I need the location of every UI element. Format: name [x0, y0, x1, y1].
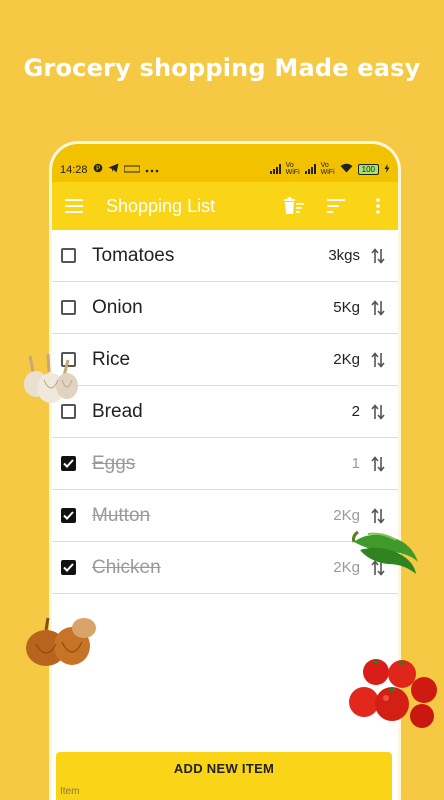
item-quantity: 1 [351, 455, 360, 472]
hamburger-icon [65, 199, 83, 213]
status-bar: 14:28 P Vo WiFi Vo WiFi 100 [52, 144, 398, 182]
item-name: Mutton [92, 504, 151, 526]
item-name: Onion [92, 296, 143, 318]
item-quantity: 2 [351, 403, 360, 420]
item-quantity: 5Kg [333, 299, 360, 316]
more-notifications-icon [145, 164, 159, 176]
list-item[interactable]: Chicken 2Kg [52, 542, 398, 594]
item-quantity: 3kgs [328, 247, 360, 264]
delete-list-icon [284, 197, 304, 214]
status-time: 14:28 [60, 163, 88, 176]
telegram-icon [108, 163, 119, 176]
item-checkbox[interactable] [61, 508, 76, 523]
drag-handle-icon[interactable] [370, 455, 386, 473]
item-checkbox[interactable] [61, 248, 76, 263]
item-name: Bread [92, 400, 143, 422]
add-item-panel: ADD NEW ITEM [56, 752, 392, 800]
green-chili-illustration [352, 530, 418, 574]
vowifi-label-2: Vo WiFi [320, 162, 335, 176]
signal-icon-2 [304, 164, 316, 174]
shopping-list: Tomatoes 3kgs Onion 5Kg Rice 2Kg Bread 2… [52, 230, 398, 594]
drag-handle-icon[interactable] [370, 403, 386, 421]
vowifi-label-1: Vo WiFi [285, 162, 300, 176]
item-checkbox[interactable] [61, 456, 76, 471]
drag-handle-icon[interactable] [370, 299, 386, 317]
item-quantity: 2Kg [333, 507, 360, 524]
item-name: Eggs [92, 452, 136, 474]
app-notification-icon [123, 164, 141, 176]
promo-title: Grocery shopping Made easy [23, 54, 421, 82]
drag-handle-icon[interactable] [370, 247, 386, 265]
page-title: Shopping List [106, 195, 216, 216]
charging-icon [384, 163, 390, 175]
item-name: Tomatoes [92, 244, 175, 266]
list-item[interactable]: Eggs 1 [52, 438, 398, 490]
delete-checked-button[interactable] [282, 194, 306, 218]
item-checkbox[interactable] [61, 560, 76, 575]
list-item[interactable]: Mutton 2Kg [52, 490, 398, 542]
wifi-icon [340, 163, 353, 175]
tomato-illustration [349, 659, 437, 728]
item-input[interactable] [60, 780, 380, 800]
check-icon [63, 459, 74, 468]
item-quantity: 2Kg [333, 351, 360, 368]
overflow-menu-button[interactable] [366, 194, 390, 218]
list-item[interactable]: Tomatoes 3kgs [52, 230, 398, 282]
item-name: Rice [92, 348, 131, 370]
item-checkbox[interactable] [61, 300, 76, 315]
list-item[interactable]: Onion 5Kg [52, 282, 398, 334]
add-new-item-button[interactable]: ADD NEW ITEM [56, 761, 392, 776]
onion-illustration [26, 617, 96, 666]
menu-button[interactable] [60, 192, 88, 220]
app-toolbar: Shopping List [52, 182, 398, 230]
check-icon [63, 563, 74, 572]
notification-icon: P [93, 163, 103, 176]
item-name: Chicken [92, 556, 161, 578]
sort-icon [327, 199, 345, 213]
svg-text:P: P [95, 165, 99, 173]
list-item[interactable]: Rice 2Kg [52, 334, 398, 386]
signal-icon [269, 164, 281, 174]
drag-handle-icon[interactable] [370, 507, 386, 525]
list-item[interactable]: Bread 2 [52, 386, 398, 438]
more-vert-icon [376, 198, 380, 214]
garlic-illustration [24, 353, 78, 403]
check-icon [63, 511, 74, 520]
battery-icon: 100 [357, 163, 379, 175]
sort-button[interactable] [324, 194, 348, 218]
drag-handle-icon[interactable] [370, 351, 386, 369]
